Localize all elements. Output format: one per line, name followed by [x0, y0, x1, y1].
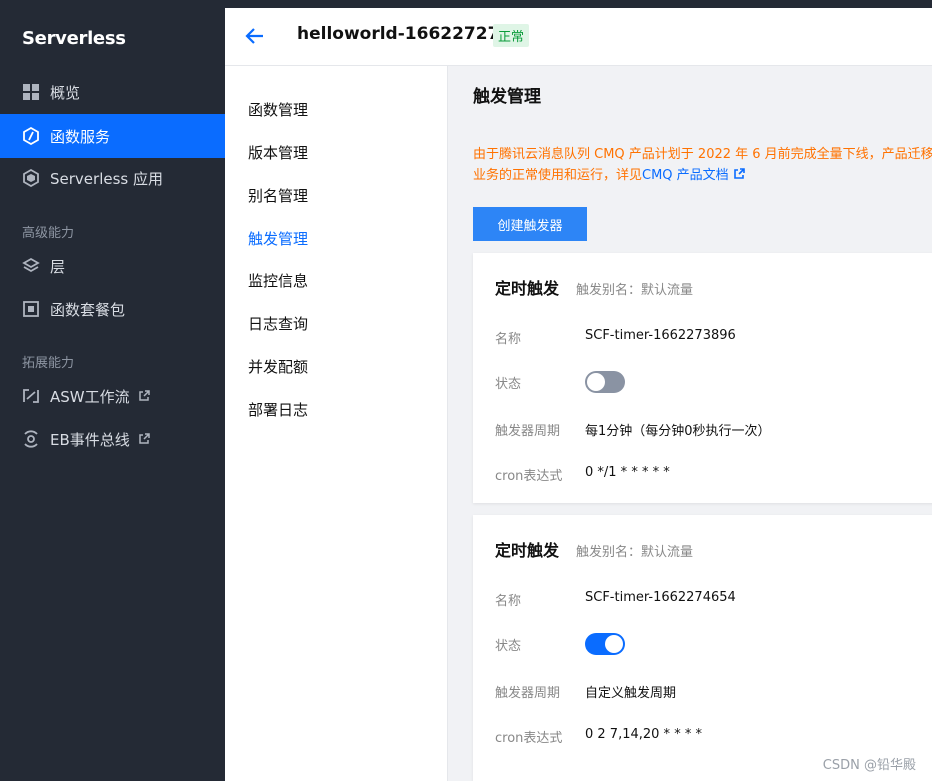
- app-icon: [22, 169, 40, 187]
- sidebar-item-label: 层: [50, 257, 66, 276]
- sidebar-item-eb-eventbus[interactable]: EB事件总线: [0, 417, 225, 461]
- page-header: helloworld-1662272796 正常: [225, 8, 932, 66]
- subnav-item-log-query[interactable]: 日志查询: [248, 313, 308, 334]
- trigger-alias: 触发别名：默认流量: [576, 545, 694, 560]
- subnav-item-monitoring[interactable]: 监控信息: [248, 270, 308, 291]
- function-icon: [22, 127, 40, 145]
- period-label: 触发器周期: [495, 686, 561, 701]
- dashboard-icon: [22, 83, 40, 101]
- page-title: 触发管理: [473, 87, 541, 107]
- external-link-icon[interactable]: [733, 168, 745, 183]
- subnav-item-trigger-management[interactable]: 触发管理: [248, 228, 308, 249]
- sidebar-item-label: 概览: [50, 83, 81, 102]
- function-subnav: 函数管理 版本管理 别名管理 触发管理 监控信息 日志查询 并发配额 部署日志: [225, 66, 448, 781]
- cmq-notice: 由于腾讯云消息队列 CMQ 产品计划于 2022 年 6 月前完成全量下线，产品…: [473, 144, 932, 186]
- sidebar-section-advanced: 高级能力: [22, 226, 75, 241]
- trigger-status-toggle[interactable]: [585, 371, 625, 393]
- trigger-name: SCF-timer-1662274654: [585, 590, 736, 605]
- function-name-title: helloworld-1662272796: [297, 24, 524, 44]
- sidebar-item-label: EB事件总线: [50, 430, 130, 449]
- period-label: 触发器周期: [495, 424, 561, 439]
- external-link-icon: [138, 433, 150, 445]
- subnav-item-concurrency-quota[interactable]: 并发配额: [248, 356, 308, 377]
- sidebar-item-label: 函数服务: [50, 127, 111, 146]
- layers-icon: [22, 257, 40, 275]
- brand-logo[interactable]: Serverless: [22, 28, 126, 49]
- cmq-doc-link[interactable]: CMQ 产品文档: [642, 168, 729, 183]
- notice-line-1: 由于腾讯云消息队列 CMQ 产品计划于 2022 年 6 月前完成全量下线，产品…: [473, 147, 932, 162]
- package-icon: [22, 300, 40, 318]
- trigger-cron: 0 */1 * * * * *: [585, 465, 670, 480]
- sidebar-section-extensions: 拓展能力: [22, 356, 75, 371]
- name-label: 名称: [495, 594, 522, 609]
- trigger-name: SCF-timer-1662273896: [585, 328, 736, 343]
- sidebar-item-package[interactable]: 函数套餐包: [0, 287, 225, 331]
- top-bar: [0, 0, 932, 8]
- trigger-type: 定时触发: [495, 279, 560, 298]
- toggle-knob: [605, 635, 623, 653]
- status-label: 状态: [495, 639, 522, 654]
- status-badge: 正常: [493, 24, 530, 47]
- sidebar-item-functions[interactable]: 函数服务: [0, 114, 225, 158]
- sidebar-item-label: ASW工作流: [50, 387, 130, 406]
- subnav-item-function-management[interactable]: 函数管理: [248, 99, 308, 120]
- sidebar-item-layers[interactable]: 层: [0, 244, 225, 288]
- trigger-card: 定时触发 触发别名：默认流量 名称 SCF-timer-1662273896 状…: [473, 253, 932, 503]
- name-label: 名称: [495, 332, 522, 347]
- eventbus-icon: [22, 430, 40, 448]
- trigger-period: 每1分钟（每分钟0秒执行一次）: [585, 424, 771, 439]
- cron-label: cron表达式: [495, 731, 563, 746]
- subnav-item-alias-management[interactable]: 别名管理: [248, 185, 308, 206]
- trigger-alias: 触发别名：默认流量: [576, 283, 694, 298]
- watermark: CSDN @铅华殿: [822, 758, 916, 773]
- main-content: 触发管理 由于腾讯云消息队列 CMQ 产品计划于 2022 年 6 月前完成全量…: [449, 66, 932, 781]
- sidebar: Serverless 概览 函数服务 Serverless 应用 高级能力 层 …: [0, 8, 225, 781]
- trigger-period: 自定义触发周期: [585, 686, 677, 701]
- subnav-item-deploy-log[interactable]: 部署日志: [248, 399, 308, 420]
- sidebar-item-serverless-app[interactable]: Serverless 应用: [0, 156, 225, 200]
- trigger-type: 定时触发: [495, 541, 560, 560]
- workflow-icon: [22, 387, 40, 405]
- sidebar-item-label: Serverless 应用: [50, 169, 163, 188]
- sidebar-item-label: 函数套餐包: [50, 300, 126, 319]
- create-trigger-button[interactable]: 创建触发器: [473, 207, 587, 241]
- back-arrow-icon[interactable]: [245, 25, 265, 47]
- subnav-item-version-management[interactable]: 版本管理: [248, 142, 308, 163]
- status-label: 状态: [495, 377, 522, 392]
- trigger-status-toggle[interactable]: [585, 633, 625, 655]
- external-link-icon: [138, 390, 150, 402]
- trigger-cron: 0 2 7,14,20 * * * *: [585, 727, 702, 742]
- trigger-card: 定时触发 触发别名：默认流量 名称 SCF-timer-1662274654 状…: [473, 515, 932, 781]
- toggle-knob: [587, 373, 605, 391]
- sidebar-item-asw-workflow[interactable]: ASW工作流: [0, 374, 225, 418]
- cron-label: cron表达式: [495, 469, 563, 484]
- notice-text: 业务的正常使用和运行，详见: [473, 168, 643, 183]
- notice-line-2: 业务的正常使用和运行，详见CMQ 产品文档: [473, 165, 932, 186]
- sidebar-item-overview[interactable]: 概览: [0, 70, 225, 114]
